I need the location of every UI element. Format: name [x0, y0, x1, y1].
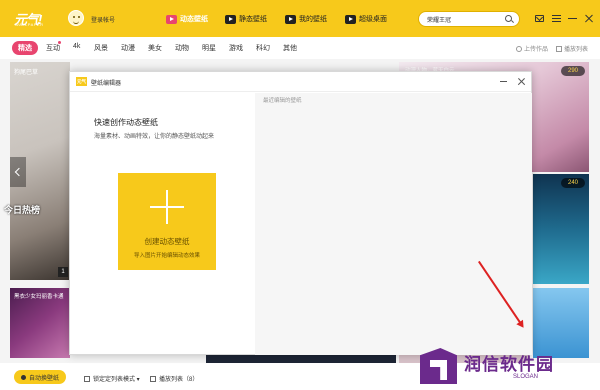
auto-change-button[interactable]: 自动换壁纸 [14, 370, 66, 384]
price-badge: 240 [561, 178, 585, 188]
nav-tab-static[interactable]: 静态壁纸 [225, 12, 267, 26]
hot-list-label: 今日热榜 [4, 205, 41, 215]
minimize-icon[interactable] [500, 81, 507, 83]
wallpaper-editor-dialog: 元气 壁纸编辑器 快速创作动态壁纸 海量素材、动画特效，让你的静态壁纸动起来 创… [69, 71, 532, 355]
category-star[interactable]: 明星 [202, 43, 216, 53]
dialog-logo: 元气 [76, 77, 87, 86]
avatar[interactable] [68, 10, 84, 26]
dialog-title: 壁纸编辑器 [91, 81, 122, 87]
category-4k[interactable]: 4k [73, 43, 80, 50]
watermark-icon [420, 348, 457, 384]
carousel-prev-button[interactable] [10, 157, 26, 187]
refresh-icon [20, 374, 26, 380]
watermark-logo: 润信软件园 SLOGAN [420, 348, 598, 388]
category-game[interactable]: 游戏 [229, 43, 243, 53]
close-icon[interactable] [517, 77, 526, 86]
recent-wallpapers-panel: 最近编辑的壁纸 [255, 93, 532, 355]
close-icon[interactable] [584, 14, 593, 23]
mail-icon[interactable] [535, 15, 544, 22]
category-landscape[interactable]: 风景 [94, 43, 108, 53]
rank-badge: 1 [58, 267, 68, 277]
search-box [418, 11, 520, 27]
category-beauty[interactable]: 美女 [148, 43, 162, 53]
minimize-icon[interactable] [568, 14, 577, 23]
upload-icon [516, 45, 522, 52]
category-other[interactable]: 其他 [283, 43, 297, 53]
search-input[interactable] [427, 14, 505, 25]
top-bar: 元气! WALLPAPER 登录帐号 动态壁纸 静态壁纸 我的壁纸 超级桌面 [0, 0, 600, 37]
app-logo: 元气! WALLPAPER [14, 12, 44, 27]
menu-icon[interactable] [552, 14, 561, 23]
upload-link[interactable]: 上传作品 [516, 44, 548, 53]
wallpaper-thumb[interactable]: 黑衣少女玛丽香卡通 [10, 288, 70, 358]
nav-tab-desktop[interactable]: 超级桌面 [345, 12, 387, 26]
category-interactive[interactable]: 互动 [46, 43, 60, 53]
desktop-icon [345, 14, 356, 24]
recent-label: 最近编辑的壁纸 [263, 98, 302, 104]
nav-tab-dynamic[interactable]: 动态壁纸 [166, 12, 208, 26]
category-scifi[interactable]: 科幻 [256, 43, 270, 53]
dialog-create-panel: 快速创作动态壁纸 海量素材、动画特效，让你的静态壁纸动起来 创建动态壁纸 导入图… [70, 93, 255, 355]
category-featured[interactable]: 精选 [12, 41, 38, 55]
category-animal[interactable]: 动物 [175, 43, 189, 53]
wallpaper-thumb[interactable]: 240 [533, 174, 589, 284]
dialog-heading: 快速创作动态壁纸 [94, 118, 158, 127]
playlist-button[interactable]: 播放列表（8） [150, 374, 198, 383]
list-icon [84, 376, 90, 382]
playlist-link[interactable]: 播放列表 [556, 44, 588, 53]
plus-icon [150, 190, 184, 224]
search-icon[interactable] [505, 15, 512, 22]
new-dot [58, 41, 61, 44]
create-wallpaper-button[interactable]: 创建动态壁纸 导入图片开始编辑动态效果 [118, 173, 216, 270]
category-bar: 精选 互动 4k 风景 动漫 美女 动物 明星 游戏 科幻 其他 上传作品 播放… [0, 37, 600, 59]
nav-tab-mine[interactable]: 我的壁纸 [285, 12, 327, 26]
playlist-icon [150, 376, 156, 382]
list-mode-select[interactable]: 锁定定列表模式 ▾ [84, 374, 140, 383]
dialog-titlebar: 元气 壁纸编辑器 [70, 72, 531, 92]
price-badge: 290 [561, 66, 585, 76]
image-icon [225, 14, 236, 24]
video-icon [166, 14, 177, 24]
folder-icon [285, 14, 296, 24]
dialog-description: 海量素材、动画特效，让你的静态壁纸动起来 [94, 134, 215, 140]
playlist-icon [556, 45, 562, 52]
login-link[interactable]: 登录帐号 [91, 15, 115, 24]
category-anime[interactable]: 动漫 [121, 43, 135, 53]
